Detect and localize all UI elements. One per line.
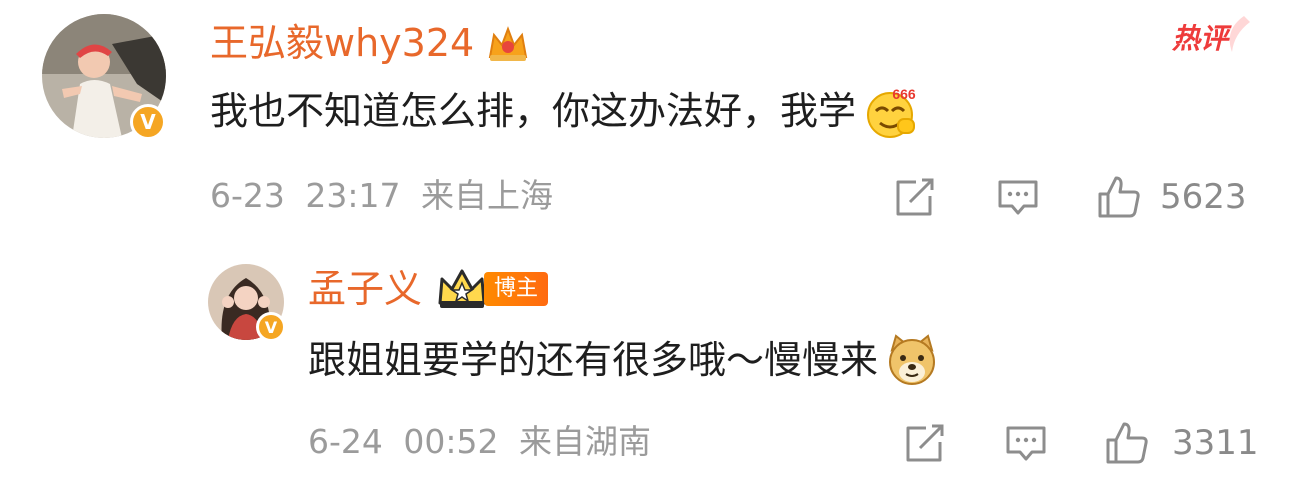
- verified-v-icon: V: [130, 104, 166, 140]
- crown-icon: [486, 23, 530, 63]
- comment-location: 来自上海: [421, 176, 554, 215]
- comment-text: 我也不知道怎么排，你这办法好，我学: [210, 89, 857, 133]
- reply-name-row: 孟子义 博主: [308, 266, 549, 312]
- like-button[interactable]: 5623: [1096, 174, 1247, 220]
- reply-meta: 6-24 00:52 来自湖南: [308, 422, 651, 462]
- comment-icon[interactable]: [1004, 424, 1048, 464]
- thumbs-up-icon[interactable]: [1096, 174, 1142, 220]
- comment-time: 23:17: [305, 176, 401, 215]
- share-icon[interactable]: [894, 178, 936, 218]
- comment-icon[interactable]: [996, 178, 1040, 218]
- comment-date: 6-23: [210, 176, 285, 215]
- reply-time: 00:52: [403, 422, 499, 461]
- reply-like-button[interactable]: 3311: [1104, 420, 1259, 466]
- comment-body: 我也不知道怎么排，你这办法好，我学 666: [210, 84, 920, 138]
- share-icon[interactable]: [904, 424, 946, 464]
- author-tag: 博主: [484, 272, 549, 306]
- crown-icon: [436, 267, 488, 311]
- reply-like-count: 3311: [1172, 423, 1259, 463]
- verified-v-icon: V: [256, 312, 286, 342]
- like-count: 5623: [1160, 177, 1247, 217]
- emoji-666-icon: 666: [864, 83, 920, 139]
- reply-username[interactable]: 孟子义: [308, 267, 422, 311]
- user-name-row: 王弘毅why324: [210, 20, 530, 66]
- reply-location: 来自湖南: [519, 422, 652, 461]
- emoji-doge-icon: [884, 332, 940, 388]
- reply-date: 6-24: [308, 422, 383, 461]
- comment-meta: 6-23 23:17 来自上海: [210, 176, 553, 216]
- thumbs-up-icon[interactable]: [1104, 420, 1150, 466]
- hot-comment-badge: 热评: [1172, 16, 1254, 56]
- username[interactable]: 王弘毅why324: [210, 21, 474, 65]
- reply-text: 跟姐姐要学的还有很多哦～慢慢来: [308, 338, 879, 382]
- emoji-666-label: 666: [892, 86, 916, 102]
- reply-body: 跟姐姐要学的还有很多哦～慢慢来: [308, 332, 940, 388]
